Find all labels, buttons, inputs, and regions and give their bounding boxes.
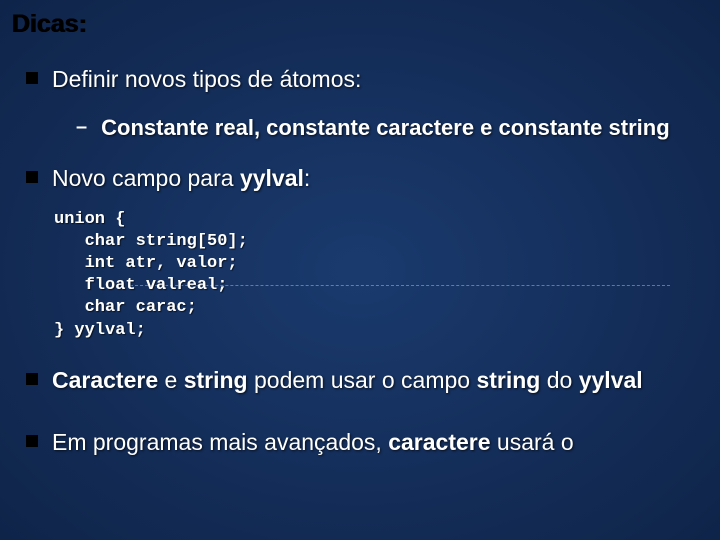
text-fragment: usará o	[491, 429, 574, 455]
emphasis-yylval: yylval	[240, 165, 304, 191]
text-fragment: do	[540, 367, 578, 393]
emphasis-string: string	[184, 367, 248, 393]
sub-bullet-1: – Constante real, constante caractere e …	[76, 114, 686, 143]
bullet-item-4: Em programas mais avançados, caractere u…	[26, 428, 706, 457]
text-fragment: Novo campo para	[52, 165, 240, 191]
emphasis-string-field: string	[476, 367, 540, 393]
emphasis-yylval: yylval	[579, 367, 643, 393]
emphasis-caractere: Caractere	[52, 367, 158, 393]
text-fragment: Em programas mais avançados,	[52, 429, 388, 455]
bullet-item-2: Novo campo para yylval:	[26, 164, 706, 193]
text-fragment: :	[304, 165, 310, 191]
bullet-item-3-text: Caractere e string podem usar o campo st…	[52, 366, 643, 395]
bullet-item-3: Caractere e string podem usar o campo st…	[26, 366, 706, 395]
slide-content: Dicas: Definir novos tipos de átomos: – …	[0, 0, 720, 457]
sub-bullet-1-text: Constante real, constante caractere e co…	[101, 114, 670, 143]
square-bullet-icon	[26, 435, 38, 447]
code-block: union { char string[50]; int atr, valor;…	[54, 209, 706, 342]
square-bullet-icon	[26, 373, 38, 385]
square-bullet-icon	[26, 171, 38, 183]
bullet-item-4-text: Em programas mais avançados, caractere u…	[52, 428, 574, 457]
bullet-item-2-text: Novo campo para yylval:	[52, 164, 310, 193]
bullet-item-1-text: Definir novos tipos de átomos:	[52, 65, 361, 94]
text-fragment: podem usar o campo	[248, 367, 477, 393]
square-bullet-icon	[26, 72, 38, 84]
slide-title: Dicas:	[12, 10, 706, 39]
dash-bullet-icon: –	[76, 116, 87, 143]
emphasis-caractere: caractere	[388, 429, 490, 455]
text-fragment: e	[158, 367, 184, 393]
bullet-item-1: Definir novos tipos de átomos:	[26, 65, 706, 94]
